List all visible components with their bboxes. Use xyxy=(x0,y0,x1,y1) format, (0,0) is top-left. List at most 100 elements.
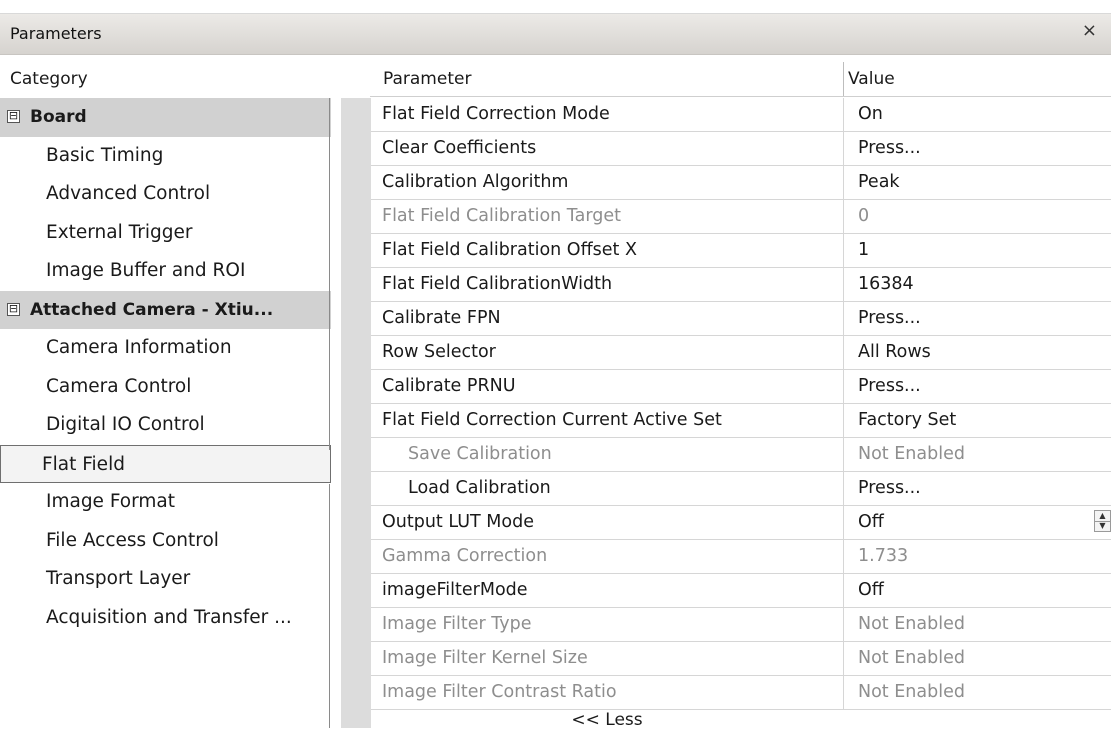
category-column-header: Category xyxy=(10,69,88,89)
parameter-name: Flat Field Calibration Offset X xyxy=(382,240,637,260)
less-button[interactable]: << Less xyxy=(371,710,843,730)
parameter-name: Gamma Correction xyxy=(382,546,548,566)
category-item[interactable]: Basic Timing xyxy=(0,137,331,176)
parameter-value[interactable]: Peak xyxy=(858,166,900,199)
parameter-row: Image Filter Kernel Size Not Enabled xyxy=(371,642,1111,676)
parameter-row[interactable]: Calibrate PRNU Press... xyxy=(371,370,1111,404)
parameter-value[interactable]: Off xyxy=(858,574,884,607)
category-item[interactable]: Advanced Control xyxy=(0,175,331,214)
cell-divider xyxy=(843,608,844,641)
parameter-row[interactable]: Calibrate FPN Press... xyxy=(371,302,1111,336)
parameter-row[interactable]: Flat Field Correction Mode On xyxy=(371,98,1111,132)
spinner-down-icon[interactable]: ▼ xyxy=(1095,521,1110,531)
parameter-name: Clear Coefficients xyxy=(382,138,537,158)
parameter-row[interactable]: Load Calibration Press... xyxy=(371,472,1111,506)
category-item-label: Image Buffer and ROI xyxy=(46,260,246,281)
category-item-label: Transport Layer xyxy=(46,568,191,589)
cell-divider xyxy=(843,98,844,131)
category-panel-border xyxy=(329,484,330,728)
category-item[interactable]: Acquisition and Transfer ... xyxy=(0,599,331,638)
parameter-name: Calibrate PRNU xyxy=(382,376,516,396)
window-title: Parameters xyxy=(10,24,102,43)
category-group[interactable]: ⊟ Board xyxy=(0,98,331,137)
cell-divider xyxy=(843,200,844,233)
category-item[interactable]: Digital IO Control xyxy=(0,406,331,445)
parameter-row[interactable]: Calibration Algorithm Peak xyxy=(371,166,1111,200)
parameter-value: Not Enabled xyxy=(858,614,965,634)
parameter-name: Flat Field CalibrationWidth xyxy=(382,274,613,294)
parameter-row[interactable]: Row Selector All Rows xyxy=(371,336,1111,370)
parameter-value[interactable]: Press... xyxy=(858,370,921,403)
category-item[interactable]: Camera Information xyxy=(0,329,331,368)
cell-divider xyxy=(843,370,844,403)
row-header-gutter xyxy=(341,98,371,728)
parameter-row: Image Filter Contrast Ratio Not Enabled xyxy=(371,676,1111,710)
cell-divider xyxy=(843,642,844,675)
category-item-label: Camera Control xyxy=(46,375,192,397)
parameter-value[interactable]: 16384 xyxy=(858,268,914,301)
parameter-value[interactable]: On xyxy=(858,98,883,131)
category-panel-border xyxy=(329,98,330,450)
category-item-label: Camera Information xyxy=(46,337,232,358)
category-item-label: File Access Control xyxy=(46,529,219,551)
collapse-icon[interactable]: ⊟ xyxy=(7,302,20,316)
parameter-name: Output LUT Mode xyxy=(382,512,534,532)
column-divider[interactable] xyxy=(843,62,844,96)
cell-divider xyxy=(843,132,844,165)
category-item-label: Basic Timing xyxy=(46,144,164,166)
cell-divider xyxy=(843,540,844,573)
parameter-row[interactable]: Flat Field CalibrationWidth 16384 xyxy=(371,268,1111,302)
parameter-grid: Flat Field Correction Mode On Clear Coeffi… xyxy=(371,98,1111,710)
cell-divider xyxy=(843,438,844,471)
parameter-row[interactable]: Clear Coefficients Press... xyxy=(371,132,1111,166)
parameter-name: Image Filter Type xyxy=(382,614,532,634)
cell-divider xyxy=(843,268,844,301)
parameter-row: Gamma Correction 1.733 xyxy=(371,540,1111,574)
parameter-value[interactable]: Press... xyxy=(858,132,921,165)
parameter-value[interactable]: All Rows xyxy=(858,336,931,369)
parameter-row[interactable]: Flat Field Correction Current Active Set… xyxy=(371,404,1111,438)
parameter-row: Save Calibration Not Enabled xyxy=(371,438,1111,472)
parameter-value[interactable]: Off xyxy=(858,506,884,539)
parameter-value[interactable]: Press... xyxy=(858,472,921,505)
parameter-name: Calibrate FPN xyxy=(382,308,501,328)
parameter-row[interactable]: Flat Field Calibration Offset X 1 xyxy=(371,234,1111,268)
category-item-label: Image Format xyxy=(46,491,176,512)
parameter-value[interactable]: Factory Set xyxy=(858,404,956,437)
spinner-control[interactable]: ▲ ▼ xyxy=(1094,510,1111,532)
category-group-label: Attached Camera - Xtiu... xyxy=(30,299,274,320)
parameter-value: Not Enabled xyxy=(858,682,965,702)
parameter-value[interactable]: Press... xyxy=(858,302,921,335)
parameter-value: 0 xyxy=(858,206,870,226)
title-bar: Parameters × xyxy=(0,14,1111,55)
header-divider xyxy=(370,96,1111,97)
category-item[interactable]: Transport Layer xyxy=(0,560,331,599)
cell-divider xyxy=(843,676,844,709)
close-icon[interactable]: × xyxy=(1082,20,1097,41)
category-item[interactable]: Flat Field xyxy=(0,444,331,483)
category-item-label: External Trigger xyxy=(46,221,193,243)
parameter-column-header[interactable]: Parameter xyxy=(383,62,471,96)
parameter-name: Load Calibration xyxy=(408,478,551,498)
cell-divider xyxy=(843,404,844,437)
window-top-strip xyxy=(0,0,1111,14)
cell-divider xyxy=(843,302,844,335)
category-item[interactable]: Camera Control xyxy=(0,368,331,407)
value-column-header[interactable]: Value xyxy=(848,62,895,96)
parameter-row[interactable]: imageFilterMode Off xyxy=(371,574,1111,608)
category-item[interactable]: File Access Control xyxy=(0,522,331,561)
parameter-row: Flat Field Calibration Target 0 xyxy=(371,200,1111,234)
parameter-row[interactable]: Output LUT Mode Off ▲ ▼ xyxy=(371,506,1111,540)
category-tree: ⊟ Board Basic Timing Advanced Control Extern… xyxy=(0,98,331,637)
collapse-icon[interactable]: ⊟ xyxy=(7,110,20,123)
parameter-name: Row Selector xyxy=(382,342,496,362)
parameter-value[interactable]: 1 xyxy=(858,234,869,267)
parameter-name: Image Filter Contrast Ratio xyxy=(382,682,617,702)
cell-divider xyxy=(843,506,844,539)
category-item[interactable]: Image Format xyxy=(0,483,331,522)
category-group[interactable]: ⊟ Attached Camera - Xtiu... xyxy=(0,290,331,329)
category-item[interactable]: External Trigger xyxy=(0,214,331,253)
cell-divider xyxy=(843,234,844,267)
category-item-label: Acquisition and Transfer ... xyxy=(46,606,292,628)
category-item[interactable]: Image Buffer and ROI xyxy=(0,252,331,291)
